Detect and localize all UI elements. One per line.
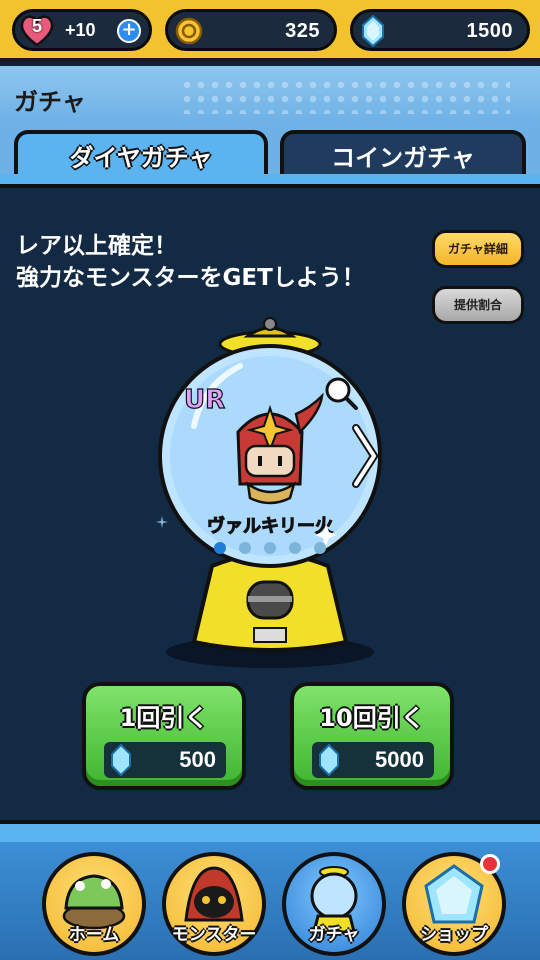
headline-line-1: レア以上確定！ (16, 233, 177, 259)
pull-once-cost-value: 500 (179, 747, 216, 772)
gem-counter: 1500 (350, 9, 530, 51)
sparkle-icon (156, 516, 168, 528)
gacha-panel: レア以上確定！ 強力なモンスターをGETしよう！ ガチャ詳細 提供割合 UR ヴ… (0, 188, 540, 820)
gem-value: 1500 (466, 20, 513, 42)
notification-badge (480, 854, 500, 874)
stamina-bonus: +10 (65, 20, 96, 40)
nav-monster[interactable]: モンスター (162, 852, 266, 956)
coin-value: 325 (285, 20, 320, 42)
stamina-value: 5 (31, 16, 42, 36)
pull-once-cost: 500 (104, 742, 226, 778)
carousel-dot (214, 542, 226, 554)
pull-ten-label: 10回引く (319, 704, 425, 732)
headline-line-2: 強力なモンスターをGETしよう！ (16, 265, 365, 291)
nav-gacha-label: ガチャ (308, 925, 360, 945)
coin-icon (175, 17, 203, 45)
tab-underline (0, 174, 540, 188)
nav-home-label: ホーム (68, 925, 120, 945)
bottom-nav: ホーム モンスター ガチャ ショップ (0, 842, 540, 960)
diamond-icon (319, 744, 339, 776)
monster-name: ヴァルキリー火 (207, 515, 334, 537)
drop-rates-button[interactable]: 提供割合 (432, 286, 524, 324)
rarity-badge: UR (184, 385, 225, 415)
nav-divider (0, 820, 540, 842)
coin-counter: 325 (165, 9, 337, 51)
carousel-dot (239, 542, 251, 554)
status-bar: 5 +10 + 325 1500 (0, 0, 540, 62)
page-header: ガチャ (0, 66, 540, 124)
nav-home[interactable]: ホーム (42, 852, 146, 956)
header-pattern (180, 78, 510, 114)
carousel-dot (314, 542, 326, 554)
nav-shop[interactable]: ショップ (402, 852, 506, 956)
carousel-dot (289, 542, 301, 554)
pull-ten-button[interactable]: 10回引く 5000 (290, 682, 454, 790)
pull-once-button[interactable]: 1回引く 500 (82, 682, 246, 790)
add-stamina-button[interactable]: + (117, 19, 141, 43)
pull-ten-cost-value: 5000 (375, 747, 424, 772)
diamond-icon (362, 15, 384, 47)
carousel-dot (264, 542, 276, 554)
stamina-counter: 5 +10 + (12, 9, 152, 51)
gacha-details-button[interactable]: ガチャ詳細 (432, 230, 524, 268)
gacha-headline: レア以上確定！ 強力なモンスターをGETしよう！ (16, 230, 365, 294)
prize-chute (253, 627, 287, 643)
pull-ten-cost: 5000 (312, 742, 434, 778)
page-title: ガチャ (14, 88, 86, 116)
gacha-machine[interactable]: UR ヴァルキリー火 (150, 316, 390, 672)
nav-monster-label: モンスター (171, 925, 257, 945)
nav-gacha[interactable]: ガチャ (282, 852, 386, 956)
nav-shop-label: ショップ (420, 925, 488, 945)
diamond-icon (111, 744, 131, 776)
pull-once-label: 1回引く (119, 704, 209, 732)
